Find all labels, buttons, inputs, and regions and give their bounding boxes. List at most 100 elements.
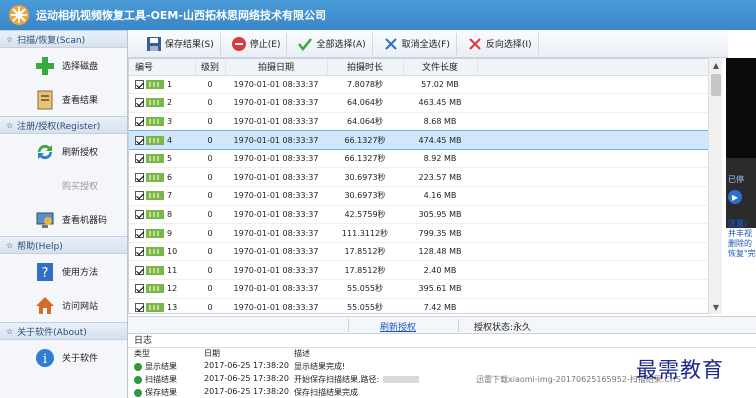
row-size: 463.45 MB (403, 93, 477, 113)
refresh-auth-link[interactable]: 刷新授权 (380, 320, 416, 333)
row-level: 0 (195, 242, 225, 262)
cross-blue-icon (384, 37, 397, 50)
row-duration: 111.3112秒 (327, 223, 403, 243)
sidebar-section-scan[interactable]: ☆ 扫描/恢复(Scan) (0, 30, 127, 48)
table-row[interactable]: 10 0 1970-01-01 08:33:37 17.8512秒 128.48 MB (129, 242, 721, 262)
sidebar-section-register[interactable]: ☆ 注册/授权(Register) (0, 116, 127, 134)
stop-button[interactable]: 停止(E) (225, 32, 288, 55)
refresh-icon (37, 144, 53, 160)
row-size: 223.57 MB (403, 167, 477, 188)
video-file-icon (146, 228, 164, 238)
sidebar-item-usage[interactable]: ? 使用方法 (0, 254, 127, 288)
column-header-filler (477, 59, 721, 76)
table-row[interactable]: 13 0 1970-01-01 08:33:37 55.055秒 7.42 MB (129, 298, 721, 313)
row-filler (477, 167, 721, 188)
select-all-button[interactable]: 全部选择(A) (291, 32, 373, 55)
row-size: 474.45 MB (403, 130, 477, 150)
table-row[interactable]: 9 0 1970-01-01 08:33:37 111.3112秒 799.35 MB (129, 223, 721, 243)
invert-selection-button[interactable]: 反向选择(I) (461, 32, 539, 55)
column-header-size[interactable]: 文件长度 (403, 59, 478, 76)
sidebar-item-machine-code[interactable]: 查看机器码 (0, 202, 127, 236)
row-checkbox[interactable] (135, 191, 144, 201)
log-header-desc: 描述 (294, 349, 310, 358)
app-logo-icon (9, 5, 29, 25)
video-file-icon (146, 172, 164, 182)
table-scrollbar[interactable]: ▲ ▼ (708, 58, 722, 314)
scroll-up-icon[interactable]: ▲ (709, 58, 723, 72)
status-ok-icon (134, 375, 142, 384)
sidebar-item-buy-auth[interactable]: 购买授权 (0, 168, 127, 202)
row-checkbox[interactable] (135, 154, 144, 164)
table-row[interactable]: 12 0 1970-01-01 08:33:37 55.055秒 395.61 MB (129, 279, 721, 299)
cross-red-icon (469, 37, 481, 50)
table-row[interactable]: 4 0 1970-01-01 08:33:37 66.1327秒 474.45 MB (129, 129, 721, 151)
row-checkbox[interactable] (135, 228, 144, 238)
table-row[interactable]: 1 0 1970-01-01 08:33:37 7.8078秒 57.02 MB (129, 75, 721, 95)
save-results-button[interactable]: 保存结果(S) (140, 32, 221, 55)
row-checkbox[interactable] (135, 98, 144, 108)
sidebar-item-visit-website[interactable]: 访问网站 (0, 288, 127, 322)
row-id: 9 (167, 228, 173, 238)
home-icon (36, 297, 54, 314)
status-ok-icon (134, 362, 142, 371)
row-filler (477, 279, 721, 299)
sidebar-section-help[interactable]: ☆ 帮助(Help) (0, 236, 127, 254)
save-icon (147, 36, 161, 51)
row-checkbox[interactable] (135, 247, 144, 257)
row-id: 3 (167, 116, 173, 126)
log-row[interactable]: 保存结果 2017-06-25 17:38:20 保存扫描结果完成 (128, 387, 756, 398)
column-header-level[interactable]: 级别 (195, 59, 226, 76)
table-row[interactable]: 3 0 1970-01-01 08:33:37 64.064秒 8.68 MB (129, 112, 721, 132)
row-level: 0 (195, 298, 225, 313)
table-row[interactable]: 7 0 1970-01-01 08:33:37 30.6973秒 4.16 MB (129, 186, 721, 206)
column-header-duration[interactable]: 拍摄时长 (327, 59, 404, 76)
row-id: 1 (167, 79, 173, 89)
row-checkbox[interactable] (135, 302, 144, 312)
toolbar: 保存结果(S) 停止(E) 全部选择(A) 取消全选(F) 反向选择(I) (128, 30, 728, 58)
column-header-date[interactable]: 拍摄日期 (225, 59, 328, 76)
row-id: 8 (167, 209, 173, 219)
table-row[interactable]: 8 0 1970-01-01 08:33:37 42.5759秒 305.95 MB (129, 205, 721, 225)
collapse-icon: ☆ (6, 34, 14, 44)
table-row[interactable]: 2 0 1970-01-01 08:33:37 64.064秒 463.45 MB (129, 93, 721, 113)
sidebar-item-about[interactable]: i 关于软件 (0, 340, 127, 374)
scrollbar-thumb[interactable] (711, 74, 721, 96)
row-checkbox[interactable] (135, 116, 144, 126)
row-id: 12 (167, 284, 178, 294)
video-file-icon (146, 98, 164, 108)
row-checkbox[interactable] (135, 172, 144, 182)
video-file-icon (146, 79, 164, 89)
row-duration: 30.6973秒 (327, 186, 403, 206)
row-level: 0 (195, 149, 225, 169)
sidebar-item-view-results[interactable]: 查看结果 (0, 82, 127, 116)
row-filler (477, 186, 721, 206)
row-duration: 30.6973秒 (327, 167, 403, 188)
row-id: 11 (167, 265, 178, 275)
row-date: 1970-01-01 08:33:37 (225, 75, 327, 95)
results-table: 编号 级别 拍摄日期 拍摄时长 文件长度 1 0 1970-01-01 08:33:… (128, 58, 722, 314)
preview-status-text: 已停 (728, 175, 744, 184)
computer-icon (36, 212, 54, 228)
scroll-down-icon[interactable]: ▼ (709, 300, 723, 314)
row-checkbox[interactable] (135, 284, 144, 294)
row-filler (477, 93, 721, 113)
row-checkbox[interactable] (135, 79, 144, 89)
row-date: 1970-01-01 08:33:37 (225, 260, 327, 281)
video-file-icon (146, 209, 164, 219)
sidebar-item-select-disk[interactable]: 选择磁盘 (0, 48, 127, 82)
row-date: 1970-01-01 08:33:37 (225, 242, 327, 262)
row-checkbox[interactable] (135, 135, 144, 145)
table-row[interactable]: 11 0 1970-01-01 08:33:37 17.8512秒 2.40 MB (129, 260, 721, 281)
watermark: 最需教育 (636, 358, 724, 382)
play-icon[interactable]: ▶ (728, 190, 742, 204)
column-header-id[interactable]: 编号 (129, 59, 196, 76)
table-row[interactable]: 5 0 1970-01-01 08:33:37 66.1327秒 8.92 MB (129, 149, 721, 169)
row-checkbox[interactable] (135, 209, 144, 219)
table-row[interactable]: 6 0 1970-01-01 08:33:37 30.6973秒 223.57 MB (129, 167, 721, 188)
sidebar-item-refresh-auth[interactable]: 刷新授权 (0, 134, 127, 168)
sidebar-section-about[interactable]: ☆ 关于软件(About) (0, 322, 127, 340)
deselect-all-button[interactable]: 取消全选(F) (377, 32, 457, 55)
auth-status: 授权状态:永久 (474, 323, 532, 333)
row-size: 128.48 MB (403, 242, 477, 262)
row-checkbox[interactable] (135, 265, 144, 275)
